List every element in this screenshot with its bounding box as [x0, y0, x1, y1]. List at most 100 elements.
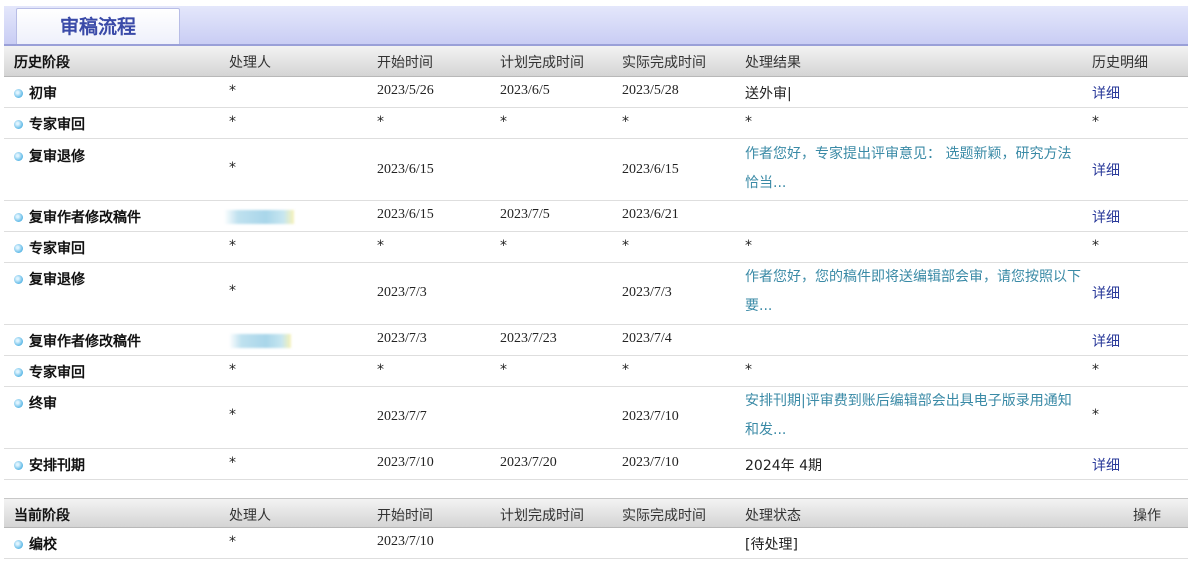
bullet-icon: [14, 88, 23, 98]
detail-link[interactable]: 详细: [1092, 160, 1120, 180]
start-time: 2023/6/15: [377, 162, 434, 177]
stage-name: 复审作者修改稿件: [14, 207, 141, 227]
history-row: 初审 * 2023/5/26 2023/6/5 2023/5/28 送外审| 详…: [4, 77, 1188, 108]
detail-placeholder: *: [1092, 362, 1099, 378]
start-time: *: [377, 362, 384, 378]
bullet-icon: [14, 274, 23, 284]
detail-placeholder: *: [1092, 114, 1099, 130]
planned-time: 2023/7/5: [500, 207, 550, 222]
handler: *: [229, 160, 236, 176]
actual-time: 2023/7/10: [622, 409, 679, 424]
start-time: 2023/6/15: [377, 207, 434, 222]
start-time: *: [377, 114, 384, 130]
start-time: 2023/7/3: [377, 285, 427, 300]
handler: *: [229, 362, 236, 378]
col-history-stage: 历史阶段: [14, 55, 70, 71]
actual-time: 2023/7/4: [622, 331, 672, 346]
stage-name: 复审退修: [14, 269, 85, 289]
col-handler: 处理人: [229, 508, 271, 524]
stage-name: 初审: [14, 83, 57, 103]
bullet-icon: [14, 151, 23, 161]
detail-placeholder: *: [1092, 407, 1099, 423]
actual-time: 2023/7/10: [622, 455, 679, 470]
stage-name: 终审: [14, 393, 57, 413]
current-table-header: 当前阶段 处理人 开始时间 计划完成时间 实际完成时间 处理状态 操作: [4, 498, 1188, 528]
handler: *: [229, 283, 236, 299]
handler: *: [229, 83, 236, 99]
stage-name: 专家审回: [14, 362, 85, 382]
history-row: 终审 * 2023/7/7 2023/7/10 安排刊期|评审费到账后编辑部会出…: [4, 387, 1188, 449]
bullet-icon: [14, 367, 23, 377]
detail-link[interactable]: 详细: [1092, 207, 1120, 227]
result-text: 送外审|: [745, 86, 792, 102]
bullet-icon: [14, 398, 23, 408]
col-current-stage: 当前阶段: [14, 508, 70, 524]
actual-time: *: [622, 114, 629, 130]
bullet-icon: [14, 539, 23, 549]
stage-name: 编校: [14, 534, 57, 554]
planned-time: *: [500, 362, 507, 378]
actual-time: *: [622, 362, 629, 378]
handler: *: [229, 114, 236, 130]
history-row: 复审作者修改稿件 2023/7/3 2023/7/23 2023/7/4 详细: [4, 325, 1188, 356]
bullet-icon: [14, 336, 23, 346]
planned-time: 2023/6/5: [500, 83, 550, 98]
col-actual-time: 实际完成时间: [622, 508, 706, 524]
col-actual-time: 实际完成时间: [622, 55, 706, 71]
history-row: 专家审回 * * * * * *: [4, 232, 1188, 263]
col-status: 处理状态: [745, 508, 801, 524]
handler: *: [229, 534, 236, 550]
result-link[interactable]: 安排刊期|评审费到账后编辑部会出具电子版录用通知和发...: [745, 387, 1083, 445]
actual-time: 2023/7/3: [622, 285, 672, 300]
bullet-icon: [14, 243, 23, 253]
detail-link[interactable]: 详细: [1092, 331, 1120, 351]
history-table-header: 历史阶段 处理人 开始时间 计划完成时间 实际完成时间 处理结果 历史明细: [4, 46, 1188, 77]
history-row: 复审退修 * 2023/7/3 2023/7/3 作者您好，您的稿件即将送编辑部…: [4, 263, 1188, 325]
handler-redacted: [229, 333, 291, 349]
detail-link[interactable]: 详细: [1092, 83, 1120, 103]
history-row: 复审作者修改稿件 2023/6/15 2023/7/5 2023/6/21 详细: [4, 201, 1188, 232]
planned-time: *: [500, 238, 507, 254]
redacted-name-image: [224, 210, 294, 224]
bullet-icon: [14, 460, 23, 470]
result-text: *: [745, 114, 752, 130]
handler: *: [229, 455, 236, 471]
col-planned-time: 计划完成时间: [500, 508, 584, 524]
handler-redacted: [224, 209, 294, 225]
history-row: 复审退修 * 2023/6/15 2023/6/15 作者您好，专家提出评审意见…: [4, 139, 1188, 201]
col-start-time: 开始时间: [377, 508, 433, 524]
stage-name: 安排刊期: [14, 455, 85, 475]
stage-name: 专家审回: [14, 238, 85, 258]
start-time: 2023/7/7: [377, 409, 427, 424]
col-history-detail: 历史明细: [1092, 55, 1148, 71]
stage-name: 复审退修: [14, 146, 85, 166]
planned-time: *: [500, 114, 507, 130]
start-time: 2023/7/3: [377, 331, 427, 346]
actual-time: 2023/6/21: [622, 207, 679, 222]
history-row: 专家审回 * * * * * *: [4, 108, 1188, 139]
tab-bar: 审稿流程: [4, 6, 1188, 45]
result-text: 2024年 4期: [745, 458, 822, 474]
detail-link[interactable]: 详细: [1092, 283, 1120, 303]
handler: *: [229, 407, 236, 423]
status-text: [待处理]: [745, 537, 798, 553]
redacted-name-image: [229, 334, 291, 348]
result-link[interactable]: 作者您好，专家提出评审意见： 选题新颖，研究方法恰当...: [745, 140, 1083, 198]
start-time: 2023/5/26: [377, 83, 434, 98]
history-row: 安排刊期 * 2023/7/10 2023/7/20 2023/7/10 202…: [4, 449, 1188, 480]
col-handler: 处理人: [229, 55, 271, 71]
detail-link[interactable]: 详细: [1092, 455, 1120, 475]
result-link[interactable]: 作者您好，您的稿件即将送编辑部会审，请您按照以下要...: [745, 263, 1083, 321]
handler: *: [229, 238, 236, 254]
start-time: *: [377, 238, 384, 254]
tab-review-process[interactable]: 审稿流程: [16, 8, 180, 45]
bullet-icon: [14, 119, 23, 129]
result-text: *: [745, 238, 752, 254]
actual-time: 2023/6/15: [622, 162, 679, 177]
actual-time: 2023/5/28: [622, 83, 679, 98]
current-row: 编校 * 2023/7/10 [待处理]: [4, 528, 1188, 559]
start-time: 2023/7/10: [377, 455, 434, 470]
planned-time: 2023/7/20: [500, 455, 557, 470]
col-action: 操作: [1133, 508, 1161, 524]
stage-name: 专家审回: [14, 114, 85, 134]
